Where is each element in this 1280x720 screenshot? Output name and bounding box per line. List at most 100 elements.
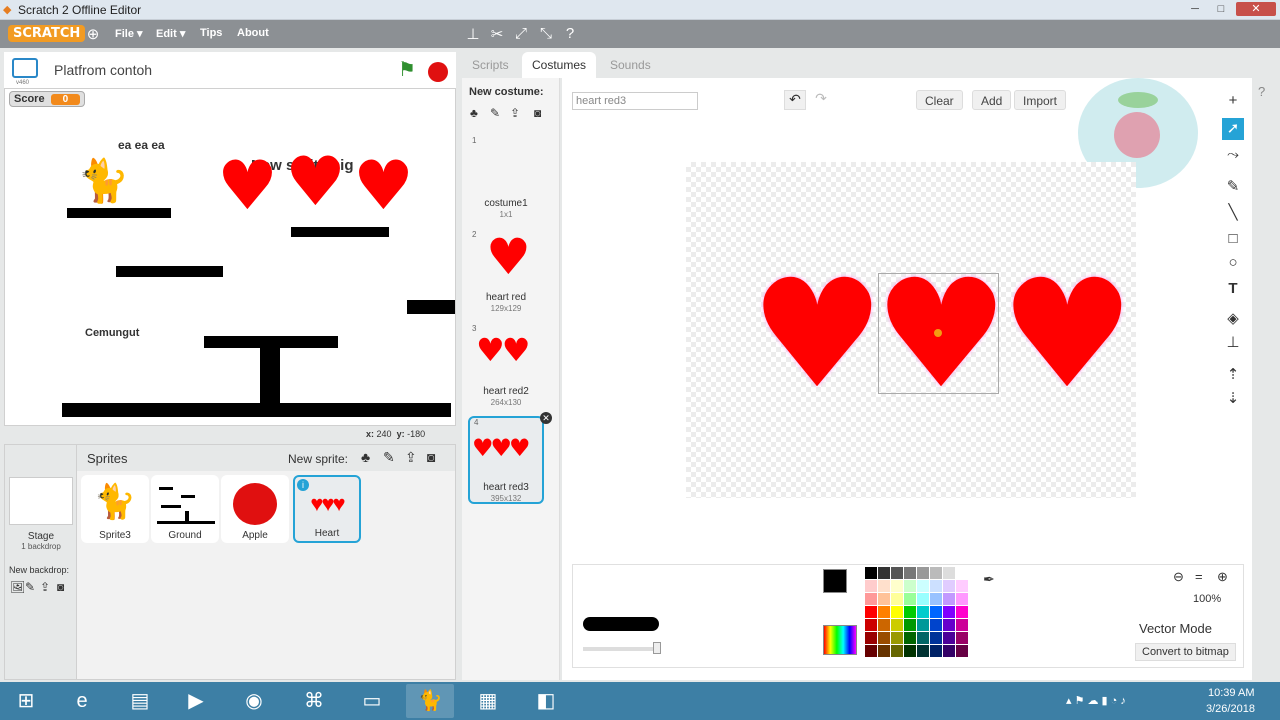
- costume-upload-icon[interactable]: ⇪: [510, 106, 520, 120]
- palette-swatch[interactable]: [878, 645, 890, 657]
- sprite-upload-icon[interactable]: ⇪: [405, 449, 417, 466]
- palette-swatch[interactable]: [904, 645, 916, 657]
- palette-swatch[interactable]: [956, 567, 968, 579]
- stage-heart-2[interactable]: ♥: [285, 149, 346, 217]
- minimize-button[interactable]: ─: [1182, 2, 1208, 16]
- convert-to-bitmap-button[interactable]: Convert to bitmap: [1135, 643, 1236, 661]
- costume-library-icon[interactable]: ♣: [470, 106, 478, 120]
- cat-sprite[interactable]: 🐈: [77, 157, 129, 206]
- palette-swatch[interactable]: [878, 580, 890, 592]
- palette-swatch[interactable]: [904, 632, 916, 644]
- sprite-paint-icon[interactable]: ✎: [383, 449, 395, 466]
- duplicate-stamp-icon[interactable]: ⊥: [464, 25, 482, 43]
- menu-edit[interactable]: Edit ▾: [156, 27, 185, 40]
- tab-costumes[interactable]: Costumes: [522, 52, 597, 78]
- zoom-in-icon[interactable]: ⊕: [1217, 569, 1228, 585]
- green-flag-icon[interactable]: ⚑: [398, 57, 416, 82]
- palette-swatch[interactable]: [878, 632, 890, 644]
- chrome-icon[interactable]: ◉: [230, 684, 278, 718]
- zoom-reset-icon[interactable]: =: [1195, 569, 1203, 584]
- palette-swatch[interactable]: [956, 606, 968, 618]
- sprite-tile-sprite3[interactable]: 🐈 Sprite3: [81, 475, 149, 543]
- palette-swatch[interactable]: [904, 567, 916, 579]
- sprite-tile-apple[interactable]: Apple: [221, 475, 289, 543]
- palette-swatch[interactable]: [930, 606, 942, 618]
- palette-swatch[interactable]: [891, 632, 903, 644]
- palette-swatch[interactable]: [917, 593, 929, 605]
- help-circle-icon[interactable]: ?: [1258, 84, 1265, 99]
- palette-swatch[interactable]: [891, 619, 903, 631]
- delete-cut-icon[interactable]: ✂: [488, 25, 506, 43]
- pencil-tool-icon[interactable]: ✎: [1222, 176, 1244, 198]
- costume-camera-icon[interactable]: ◙: [534, 106, 541, 120]
- undo-icon[interactable]: ↶: [784, 90, 806, 110]
- palette-swatch[interactable]: [943, 632, 955, 644]
- palette-swatch[interactable]: [956, 593, 968, 605]
- ellipse-tool-icon[interactable]: ○: [1222, 252, 1244, 274]
- selected-color-swatch[interactable]: [823, 569, 847, 593]
- palette-swatch[interactable]: [917, 645, 929, 657]
- palette-swatch[interactable]: [943, 619, 955, 631]
- palette-swatch[interactable]: [904, 606, 916, 618]
- sprite-tile-ground[interactable]: Ground: [151, 475, 219, 543]
- taskbar-time[interactable]: 10:39 AM: [1208, 687, 1254, 699]
- project-title[interactable]: Platfrom contoh: [54, 62, 152, 78]
- palette-swatch[interactable]: [930, 632, 942, 644]
- delete-costume-icon[interactable]: ✕: [540, 412, 552, 424]
- fill-tool-icon[interactable]: ◈: [1222, 308, 1244, 330]
- file-explorer-icon[interactable]: ▤: [116, 684, 164, 718]
- tray-icons[interactable]: ▴ ⚑ ☁ ▮ ◔ ♪: [1066, 694, 1126, 707]
- recorder-app-icon[interactable]: ◧: [522, 684, 570, 718]
- palette-swatch[interactable]: [930, 580, 942, 592]
- backdrop-upload-icon[interactable]: ⇪: [40, 580, 50, 594]
- stage-heart-3[interactable]: ♥: [353, 153, 414, 221]
- bring-forward-icon[interactable]: ⇡: [1222, 364, 1244, 386]
- palette-swatch[interactable]: [917, 632, 929, 644]
- backdrop-draw-icon[interactable]: ✎: [25, 580, 35, 594]
- palette-swatch[interactable]: [904, 580, 916, 592]
- stage-heart-1[interactable]: ♥: [217, 153, 278, 221]
- costume-item-2[interactable]: 2 ♥ heart red 129x129: [468, 230, 544, 318]
- palette-swatch[interactable]: [943, 606, 955, 618]
- sprite-camera-icon[interactable]: ◙: [427, 449, 435, 465]
- close-button[interactable]: ✕: [1236, 2, 1276, 16]
- stage-thumbnail[interactable]: [9, 477, 73, 525]
- palette-swatch[interactable]: [865, 632, 877, 644]
- scratch-app-icon[interactable]: 🐈: [406, 684, 454, 718]
- info-icon[interactable]: i: [297, 479, 309, 491]
- tab-sounds[interactable]: Sounds: [600, 52, 661, 78]
- costume-name-field[interactable]: [572, 92, 698, 110]
- palette-swatch[interactable]: [878, 593, 890, 605]
- stroke-width-slider[interactable]: [583, 642, 661, 654]
- palette-swatch[interactable]: [865, 645, 877, 657]
- palette-swatch[interactable]: [930, 593, 942, 605]
- palette-swatch[interactable]: [917, 567, 929, 579]
- slider-handle[interactable]: [653, 642, 661, 654]
- backdrop-paint-icon[interactable]: 🖼: [10, 580, 25, 594]
- menu-tips[interactable]: Tips: [200, 27, 222, 39]
- taskbar-date[interactable]: 3/26/2018: [1206, 703, 1255, 715]
- stop-icon[interactable]: [428, 62, 448, 82]
- line-tool-icon[interactable]: ╲: [1222, 202, 1244, 224]
- reshape-tool-icon[interactable]: ⤳: [1222, 144, 1244, 166]
- network-app-icon[interactable]: ⌘: [290, 684, 338, 718]
- palette-swatch[interactable]: [943, 567, 955, 579]
- redo-icon[interactable]: ↷: [810, 90, 832, 110]
- palette-swatch[interactable]: [891, 606, 903, 618]
- palette-swatch[interactable]: [943, 593, 955, 605]
- palette-swatch[interactable]: [904, 619, 916, 631]
- folder-icon[interactable]: ▭: [348, 684, 396, 718]
- color-spectrum[interactable]: [823, 625, 857, 655]
- palette-swatch[interactable]: [917, 580, 929, 592]
- costume-paint-icon[interactable]: ✎: [490, 106, 500, 120]
- costume-item-1[interactable]: 1 costume1 1x1: [468, 136, 544, 224]
- palette-swatch[interactable]: [865, 593, 877, 605]
- send-backward-icon[interactable]: ⇣: [1222, 388, 1244, 410]
- palette-swatch[interactable]: [891, 567, 903, 579]
- shrink-icon[interactable]: ⤡: [537, 25, 555, 42]
- crosshair-icon[interactable]: +: [1222, 90, 1244, 112]
- palette-swatch[interactable]: [930, 645, 942, 657]
- palette-swatch[interactable]: [891, 593, 903, 605]
- palette-swatch[interactable]: [865, 619, 877, 631]
- select-tool-icon[interactable]: ➚: [1222, 118, 1244, 140]
